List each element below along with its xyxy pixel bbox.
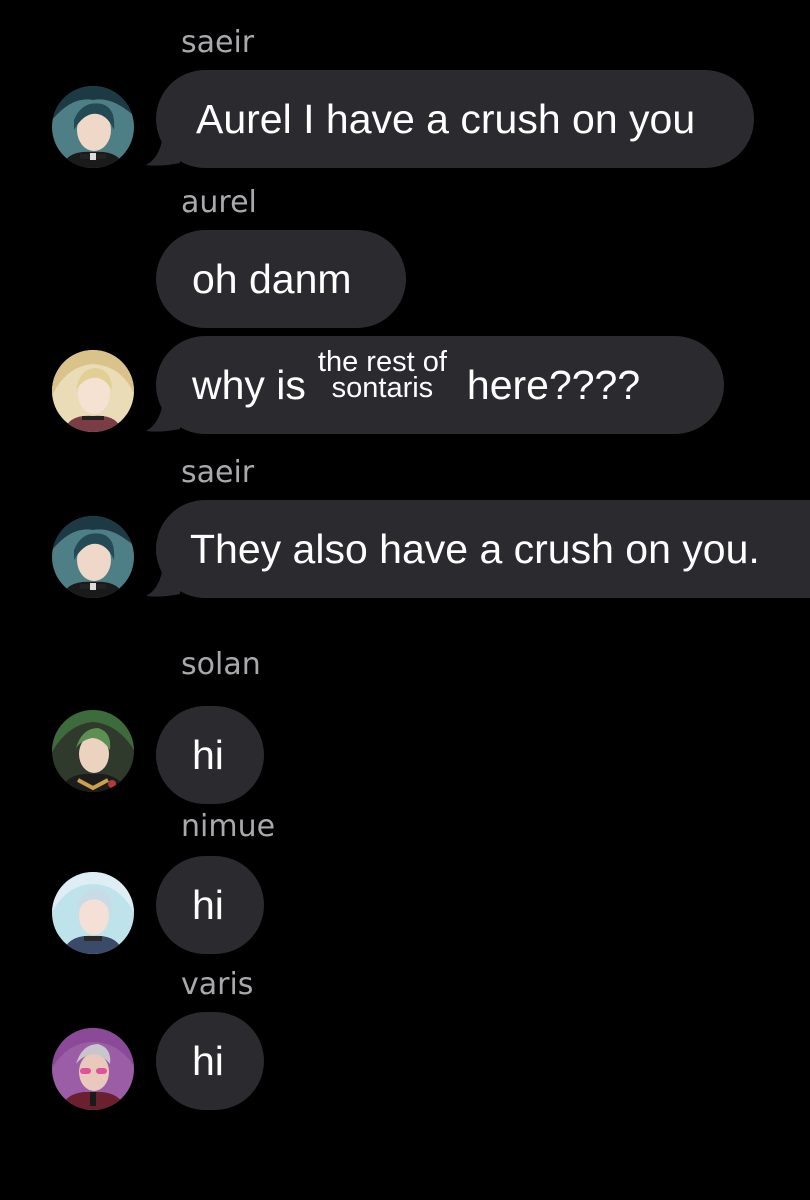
- aurel-avatar-icon[interactable]: [52, 350, 134, 432]
- saeir-avatar-icon[interactable]: [52, 516, 134, 598]
- message-text-after: here????: [466, 361, 641, 408]
- message-text: They also have a crush on you.: [190, 525, 760, 572]
- message-bubble[interactable]: They also have a crush on you.: [156, 500, 810, 598]
- sender-name-nimue: nimue: [181, 809, 276, 844]
- saeir-avatar-icon[interactable]: [52, 86, 134, 168]
- message-text: Aurel I have a crush on you: [196, 95, 696, 142]
- sender-name-varis: varis: [181, 967, 254, 1002]
- sender-name-aurel: aurel: [181, 185, 257, 220]
- message-text: hi: [192, 1037, 224, 1084]
- message-bubble[interactable]: why is the rest of sontaris here????: [156, 336, 724, 434]
- overlay-line-2: sontaris: [331, 372, 434, 404]
- overlay-caption: the rest of sontaris: [318, 348, 447, 404]
- solan-avatar-icon[interactable]: [52, 710, 134, 792]
- sender-name-solan: solan: [181, 647, 261, 682]
- message-bubble[interactable]: hi: [156, 706, 264, 804]
- message-bubble[interactable]: hi: [156, 856, 264, 954]
- varis-avatar-icon[interactable]: [52, 1028, 134, 1110]
- message-bubble[interactable]: hi: [156, 1012, 264, 1110]
- nimue-avatar-icon[interactable]: [52, 872, 134, 954]
- message-text: hi: [192, 731, 224, 778]
- message-text: oh danm: [192, 255, 352, 302]
- sender-name-saeir: saeir: [181, 455, 255, 490]
- message-text: hi: [192, 881, 224, 928]
- message-text-before: why is: [192, 361, 306, 408]
- message-bubble[interactable]: Aurel I have a crush on you: [156, 70, 754, 168]
- message-bubble[interactable]: oh danm: [156, 230, 406, 328]
- sender-name-saeir: saeir: [181, 25, 255, 60]
